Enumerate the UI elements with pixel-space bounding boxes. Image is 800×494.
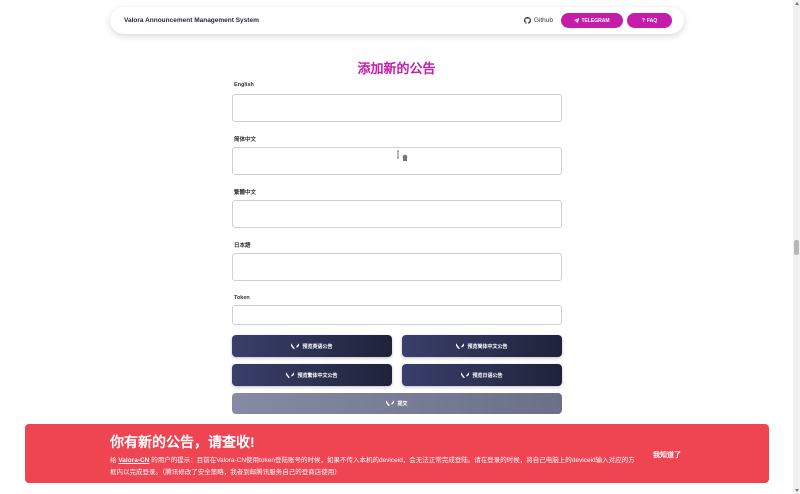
announcement-title: 你有新的公告，请查收! bbox=[110, 434, 255, 450]
traditional-chinese-textarea[interactable] bbox=[232, 200, 562, 228]
japanese-label: 日本語 bbox=[234, 243, 251, 249]
question-icon: ? bbox=[641, 17, 645, 24]
page-title: 添加新的公告 bbox=[357, 61, 436, 76]
telegram-label: TELEGRAM bbox=[581, 17, 610, 24]
simplified-chinese-label: 简体中文 bbox=[234, 137, 257, 143]
preview-simplified-chinese-label: 预览简体中文公告 bbox=[467, 343, 508, 350]
preview-traditional-chinese-button[interactable]: 预览繁体中文公告 bbox=[232, 364, 392, 386]
faq-button[interactable]: ? FAQ bbox=[627, 13, 672, 28]
telegram-button[interactable]: TELEGRAM bbox=[561, 13, 623, 28]
github-icon bbox=[523, 17, 531, 24]
english-textarea[interactable] bbox=[232, 94, 562, 122]
paper-plane-icon bbox=[574, 18, 580, 23]
brand-title[interactable]: Valora Announcement Management System bbox=[124, 17, 524, 24]
japanese-textarea[interactable] bbox=[232, 253, 562, 281]
preview-traditional-chinese-label: 预览繁体中文公告 bbox=[297, 372, 338, 379]
english-label: English bbox=[234, 82, 254, 88]
scroll-down-icon[interactable] bbox=[795, 489, 799, 492]
github-label: Github bbox=[533, 17, 553, 24]
preview-japanese-button[interactable]: 预览日语公告 bbox=[402, 364, 562, 386]
dismiss-button[interactable]: 我知道了 bbox=[653, 450, 681, 460]
top-navbar: Valora Announcement Management System Gi… bbox=[110, 7, 684, 34]
announcement-body: 的用户的提示：目前在Valora-CN使用token登陆账号的时候，如果不传入本… bbox=[110, 457, 635, 476]
preview-english-button[interactable]: 预览英语公告 bbox=[232, 335, 392, 357]
mouse-cursor-icon bbox=[397, 150, 408, 161]
faq-label: FAQ bbox=[646, 17, 658, 24]
announcement-text: 给 Valora-CN 的用户的提示：目前在Valora-CN使用token登陆… bbox=[110, 455, 640, 479]
valorant-logo-icon bbox=[286, 371, 295, 378]
valora-cn-link[interactable]: Valora-CN bbox=[118, 457, 149, 464]
traditional-chinese-label: 繁體中文 bbox=[234, 190, 257, 196]
submit-label: 提交 bbox=[397, 401, 408, 407]
preview-english-label: 预览英语公告 bbox=[302, 343, 333, 350]
scroll-up-icon[interactable] bbox=[795, 2, 799, 5]
valorant-logo-icon bbox=[291, 342, 300, 349]
valorant-logo-icon bbox=[386, 400, 395, 406]
token-label: Token bbox=[234, 295, 250, 301]
announcement-banner: 你有新的公告，请查收! 给 Valora-CN 的用户的提示：目前在Valora… bbox=[25, 424, 769, 483]
scroll-thumb[interactable] bbox=[794, 240, 799, 255]
submit-button[interactable]: 提交 bbox=[232, 393, 562, 414]
preview-simplified-chinese-button[interactable]: 预览简体中文公告 bbox=[402, 335, 562, 357]
page-scrollbar[interactable] bbox=[793, 0, 800, 494]
valorant-logo-icon bbox=[461, 371, 470, 378]
preview-japanese-label: 预览日语公告 bbox=[472, 372, 503, 379]
token-input[interactable] bbox=[232, 305, 562, 325]
github-link[interactable]: Github bbox=[523, 17, 553, 24]
valorant-logo-icon bbox=[456, 342, 465, 349]
